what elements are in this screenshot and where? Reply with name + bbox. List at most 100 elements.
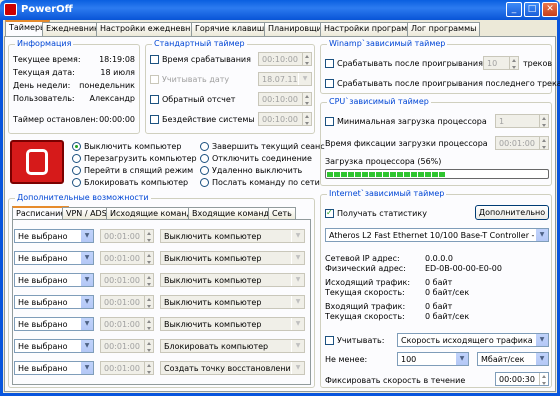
consider-select[interactable]: Скорость исходящего трафика ▼ [397, 333, 549, 347]
after-tracks-label: Срабатывать после проигрывания [337, 59, 483, 68]
spin-icon[interactable] [539, 373, 548, 385]
schedule-time-input[interactable]: 00:01:00 [100, 295, 154, 309]
spin-icon[interactable] [539, 115, 548, 127]
consider-date-checkbox[interactable] [150, 75, 159, 84]
spin-icon[interactable] [509, 57, 518, 69]
chevron-down-icon: ▼ [535, 334, 548, 346]
date-picker[interactable]: 18.07.11 ▼ [258, 72, 312, 86]
get-stats-checkbox[interactable] [325, 208, 334, 218]
window-title: PowerOff [21, 4, 73, 15]
action-lock-radio[interactable] [72, 178, 81, 187]
current-time-value: 18:19:08 [99, 55, 135, 64]
not-less-value: 100 [401, 355, 417, 364]
schedule-action-select[interactable]: Создать точку восстановления ▼ [160, 361, 305, 375]
progress-segment [327, 172, 333, 177]
schedule-day-select[interactable]: Не выбрано ▼ [14, 317, 94, 331]
trigger-time-checkbox[interactable] [150, 55, 159, 64]
title-bar: PowerOff _ □ ✕ [0, 0, 560, 20]
idle-input[interactable]: 00:10:00 [258, 112, 312, 126]
chevron-down-icon: ▼ [80, 296, 93, 308]
schedule-day-select[interactable]: Не выбрано ▼ [14, 361, 94, 375]
spin-icon[interactable] [144, 274, 153, 286]
user-label: Пользователь: [13, 94, 75, 103]
after-last-track-checkbox[interactable] [325, 79, 334, 88]
schedule-day-select[interactable]: Не выбрано ▼ [14, 273, 94, 287]
tracks-count-input[interactable]: 10 [483, 56, 519, 70]
schedule-action-select[interactable]: Блокировать компьютер ▼ [160, 339, 305, 353]
consider-label: Учитывать: [337, 336, 385, 345]
min-load-checkbox[interactable] [325, 117, 334, 126]
unit-select[interactable]: Мбайт/сек ▼ [477, 352, 549, 366]
schedule-time-input[interactable]: 00:01:00 [100, 317, 154, 331]
action-sleep-radio[interactable] [72, 166, 81, 175]
schedule-day-select[interactable]: Не выбрано ▼ [14, 229, 94, 243]
cpu-title: CPU`зависимый таймер [327, 97, 431, 106]
schedule-action-value: Выключить компьютер [164, 276, 262, 285]
advanced-button[interactable]: Дополнительно [475, 205, 549, 220]
get-stats-label: Получать статистику [337, 209, 427, 218]
action-disconnect-radio[interactable] [200, 154, 209, 163]
action-logoff-radio[interactable] [200, 142, 209, 151]
spin-icon[interactable] [302, 93, 311, 105]
spin-icon[interactable] [539, 137, 548, 149]
schedule-action-value: Создать точку восстановления [164, 364, 296, 373]
close-button[interactable]: ✕ [542, 2, 558, 17]
schedule-action-select[interactable]: Выключить компьютер ▼ [160, 295, 305, 309]
after-tracks-checkbox[interactable] [325, 59, 334, 68]
schedule-time-input[interactable]: 00:01:00 [100, 273, 154, 287]
spin-icon[interactable] [144, 318, 153, 330]
trigger-time-input[interactable]: 00:10:00 [258, 52, 312, 66]
schedule-time-input[interactable]: 00:01:00 [100, 361, 154, 375]
spin-icon[interactable] [144, 362, 153, 374]
chevron-down-icon: ▼ [291, 340, 304, 352]
schedule-action-select[interactable]: Выключить компьютер ▼ [160, 251, 305, 265]
not-less-select[interactable]: 100 ▼ [397, 352, 469, 366]
internet-group: Internet`зависимый таймер Получать стати… [320, 189, 552, 388]
action-logoff-label: Завершить текущий сеанс [212, 142, 325, 151]
idle-checkbox[interactable] [150, 115, 159, 124]
chevron-down-icon: ▼ [291, 230, 304, 242]
spin-icon[interactable] [144, 252, 153, 264]
schedule-day-select[interactable]: Не выбрано ▼ [14, 251, 94, 265]
cpu-group: CPU`зависимый таймер Минимальная загрузк… [320, 97, 552, 186]
countdown-input[interactable]: 00:10:00 [258, 92, 312, 106]
chevron-down-icon: ▼ [455, 353, 468, 365]
tab-schedule[interactable]: Расписание [12, 206, 70, 219]
schedule-time-input[interactable]: 00:01:00 [100, 339, 154, 353]
schedule-day-select[interactable]: Не выбрано ▼ [14, 295, 94, 309]
schedule-time-input[interactable]: 00:01:00 [100, 251, 154, 265]
min-load-input[interactable]: 1 [495, 114, 549, 128]
fix-time-input[interactable]: 00:01:00 [495, 136, 549, 150]
schedule-day-select[interactable]: Не выбрано ▼ [14, 339, 94, 353]
tab-diary[interactable]: Ежедневник [42, 22, 103, 36]
action-remote-shutdown-radio[interactable] [200, 166, 209, 175]
spin-icon[interactable] [144, 230, 153, 242]
schedule-action-select[interactable]: Выключить компьютер ▼ [160, 273, 305, 287]
consider-checkbox[interactable] [325, 336, 334, 345]
network-adapter-select[interactable]: Atheros L2 Fast Ethernet 10/100 Base-T C… [325, 228, 549, 242]
power-button[interactable] [10, 140, 64, 184]
spin-icon[interactable] [302, 113, 311, 125]
spin-icon[interactable] [144, 296, 153, 308]
info-group: Информация Текущее время: 18:19:08 Текущ… [8, 39, 140, 134]
action-send-command-radio[interactable] [200, 178, 209, 187]
action-restart-radio[interactable] [72, 154, 81, 163]
schedule-time-input[interactable]: 00:01:00 [100, 229, 154, 243]
countdown-checkbox[interactable] [150, 95, 159, 104]
progress-segment [369, 172, 375, 177]
countdown-label: Обратный отсчет [162, 95, 236, 104]
tab-log[interactable]: Лог программы [407, 22, 481, 36]
action-shutdown-radio[interactable] [72, 142, 81, 151]
internet-title: Internet`зависимый таймер [327, 189, 447, 198]
spin-icon[interactable] [302, 53, 311, 65]
tab-hotkeys[interactable]: Горячие клавиши [191, 22, 274, 36]
action-lock-label: Блокировать компьютер [84, 178, 189, 187]
schedule-action-select[interactable]: Выключить компьютер ▼ [160, 229, 305, 243]
chevron-down-icon: ▼ [80, 230, 93, 242]
spin-icon[interactable] [144, 340, 153, 352]
fix-speed-input[interactable]: 00:00:30 [495, 372, 549, 386]
schedule-day-value: Не выбрано [18, 276, 68, 285]
schedule-action-select[interactable]: Выключить компьютер ▼ [160, 317, 305, 331]
minimize-button[interactable]: _ [506, 2, 522, 17]
maximize-button[interactable]: □ [524, 2, 540, 17]
